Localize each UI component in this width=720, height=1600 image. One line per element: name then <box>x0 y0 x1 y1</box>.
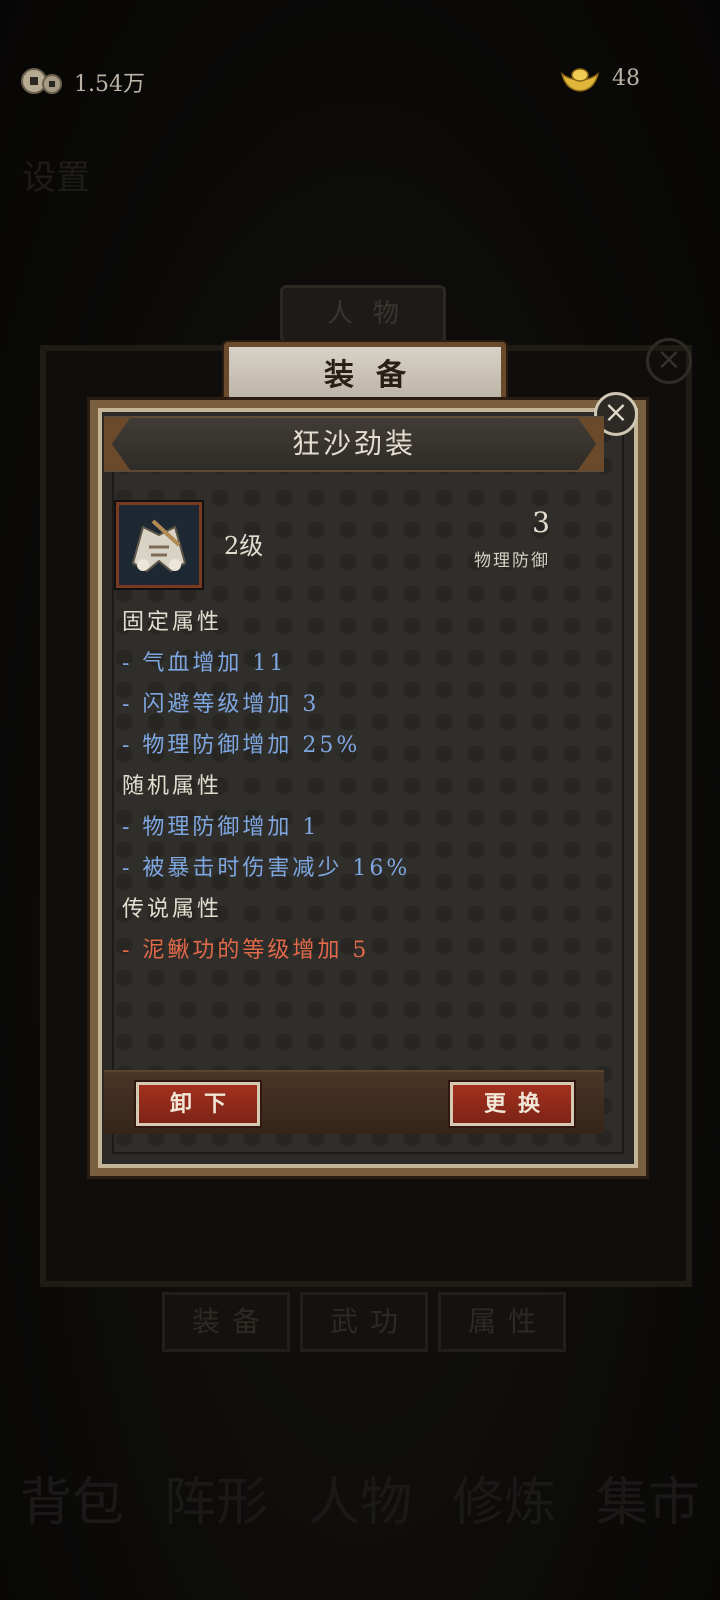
item-level: 2级 <box>224 532 264 560</box>
main-stat-label: 物理防御 <box>474 551 550 571</box>
random-attribute: - 被暴击时伤害减少 16% <box>122 856 411 881</box>
fixed-attribute: - 气血增加 11 <box>122 651 287 676</box>
main-stat-value: 3 <box>532 506 550 539</box>
coin-count: 1.54万 <box>74 72 145 97</box>
fixed-attribute: - 物理防御增加 25% <box>122 733 361 758</box>
armor-item-icon <box>116 502 202 588</box>
replace-button[interactable]: 更换 <box>450 1082 574 1126</box>
item-name-banner: 狂沙劲装 <box>104 416 604 472</box>
item-name: 狂沙劲装 <box>291 427 416 460</box>
currency-bar: 1.54万 48 <box>0 62 720 102</box>
gold-ingot-icon <box>560 68 600 92</box>
ingot-count: 48 <box>612 66 640 91</box>
fixed-attributes-header: 固定属性 <box>122 610 223 635</box>
copper-coin-icon <box>21 68 62 94</box>
random-attributes-header: 随机属性 <box>122 774 223 799</box>
fixed-attribute: - 闪避等级增加 3 <box>122 692 320 717</box>
legend-attribute: - 泥鳅功的等级增加 5 <box>122 938 370 963</box>
unequip-button[interactable]: 卸下 <box>136 1082 260 1126</box>
random-attribute: - 物理防御增加 1 <box>122 815 320 840</box>
legend-attributes-header: 传说属性 <box>122 897 223 922</box>
